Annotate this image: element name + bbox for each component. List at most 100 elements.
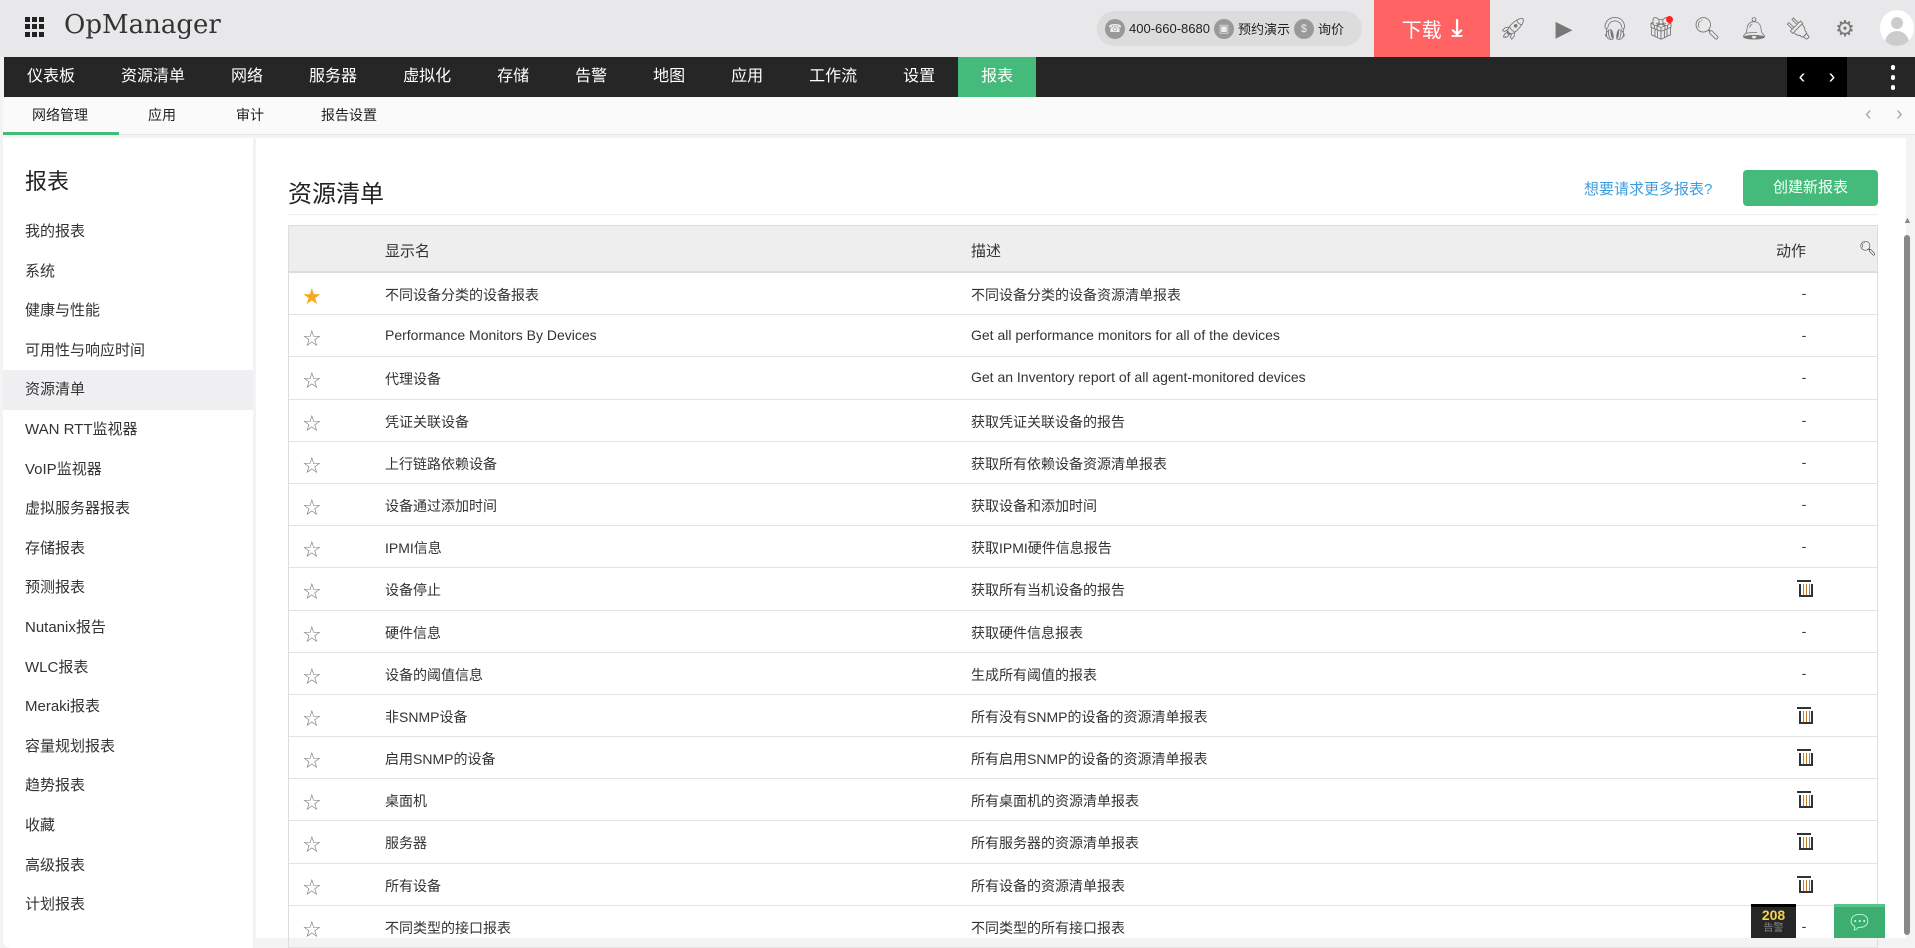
star-outline-icon[interactable]: ☆ — [302, 495, 322, 520]
star-outline-icon[interactable]: ☆ — [302, 917, 322, 942]
report-name[interactable]: 代理设备 — [385, 369, 441, 389]
nav-item-dashboard[interactable]: 仪表板 — [4, 57, 98, 97]
star-outline-icon[interactable]: ☆ — [302, 411, 322, 436]
report-name[interactable]: Performance Monitors By Devices — [385, 327, 597, 343]
search-icon[interactable]: 🔍︎ — [1692, 14, 1722, 44]
trash-icon[interactable] — [1797, 749, 1813, 767]
table-row[interactable]: ☆ 设备通过添加时间 获取设备和添加时间 - — [289, 484, 1877, 527]
report-name[interactable]: 不同类型的接口报表 — [385, 918, 511, 938]
nav-item-settings[interactable]: 设置 — [880, 57, 958, 97]
nav-item-alarms[interactable]: 告警 — [552, 57, 630, 97]
star-outline-icon[interactable]: ☆ — [302, 749, 322, 773]
star-outline-icon[interactable]: ☆ — [302, 833, 322, 857]
download-button[interactable]: 下载 ⤓ — [1374, 0, 1490, 57]
table-row[interactable]: ☆ Performance Monitors By Devices Get all … — [289, 315, 1877, 358]
column-header-name[interactable]: 显示名 — [385, 240, 430, 261]
nav-item-inventory[interactable]: 资源清单 — [98, 57, 208, 97]
sidebar-item[interactable]: WAN RTT监视器 — [3, 410, 253, 450]
sidebar-item[interactable]: 可用性与响应时间 — [3, 331, 253, 371]
tab-applications[interactable]: 应用 — [148, 97, 176, 133]
alarm-count-badge[interactable]: 208 告警 — [1751, 904, 1796, 938]
trash-icon[interactable] — [1797, 875, 1813, 893]
app-grid-icon[interactable] — [25, 17, 45, 37]
request-more-reports-link[interactable]: 想要请求更多报表? — [1584, 178, 1712, 199]
star-outline-icon[interactable]: ☆ — [302, 369, 322, 393]
nav-item-workflow[interactable]: 工作流 — [786, 57, 880, 97]
table-row[interactable]: ☆ 上行链路依赖设备 获取所有依赖设备资源清单报表 - — [289, 442, 1877, 484]
nav-item-virtualization[interactable]: 虚拟化 — [380, 57, 474, 97]
star-outline-icon[interactable]: ☆ — [302, 791, 322, 815]
nav-item-network[interactable]: 网络 — [208, 57, 286, 97]
sidebar-item[interactable]: 系统 — [3, 252, 253, 292]
report-name[interactable]: 服务器 — [385, 833, 427, 853]
table-row[interactable]: ☆ IPMI信息 获取IPMI硬件信息报告 - — [289, 526, 1877, 569]
create-report-button[interactable]: 创建新报表 — [1743, 170, 1878, 206]
sidebar-item[interactable]: 存储报表 — [3, 529, 253, 569]
chevron-right-icon[interactable]: › — [1896, 103, 1903, 126]
sidebar-item[interactable]: WLC报表 — [3, 648, 253, 688]
headset-icon[interactable]: 🎧︎ — [1600, 14, 1630, 44]
bell-icon[interactable]: 🔔︎ — [1739, 14, 1769, 44]
sidebar-item[interactable]: 趋势报表 — [3, 766, 253, 806]
star-outline-icon[interactable]: ☆ — [302, 327, 322, 351]
star-outline-icon[interactable]: ☆ — [302, 538, 322, 562]
phone-number[interactable]: 400-660-8680 — [1129, 21, 1210, 36]
trash-icon[interactable] — [1797, 580, 1813, 598]
table-row[interactable]: ☆ 桌面机 所有桌面机的资源清单报表 — [289, 779, 1877, 822]
sidebar-item[interactable]: 收藏 — [3, 806, 253, 846]
nav-item-servers[interactable]: 服务器 — [286, 57, 380, 97]
sidebar-item[interactable]: Nutanix报告 — [3, 608, 253, 648]
price-link[interactable]: 询价 — [1318, 19, 1344, 38]
sidebar-item[interactable]: 健康与性能 — [3, 291, 253, 331]
star-outline-icon[interactable]: ☆ — [302, 453, 322, 478]
rocket-icon[interactable]: 🚀︎ — [1498, 14, 1528, 44]
sidebar-item[interactable]: Meraki报表 — [3, 687, 253, 727]
report-name[interactable]: IPMI信息 — [385, 538, 442, 558]
page-scrollbar[interactable]: ▲ — [1903, 215, 1912, 938]
report-name[interactable]: 设备的阈值信息 — [385, 665, 483, 685]
trash-icon[interactable] — [1797, 706, 1813, 724]
sidebar-item[interactable]: VoIP监视器 — [3, 450, 253, 490]
chevron-right-icon[interactable]: › — [1829, 66, 1836, 89]
chevron-left-icon[interactable]: ‹ — [1799, 66, 1806, 89]
sidebar-item[interactable]: 高级报表 — [3, 846, 253, 886]
tab-network-management[interactable]: 网络管理 — [32, 97, 88, 133]
table-row[interactable]: ☆ 非SNMP设备 所有没有SNMP的设备的资源清单报表 — [289, 695, 1877, 738]
gear-icon[interactable]: ⚙ — [1830, 14, 1860, 44]
star-outline-icon[interactable]: ☆ — [302, 580, 322, 604]
table-row[interactable]: ★ 不同设备分类的设备报表 不同设备分类的设备资源清单报表 - — [289, 273, 1877, 316]
star-outline-icon[interactable]: ☆ — [302, 875, 322, 900]
sidebar-item[interactable]: 我的报表 — [3, 212, 253, 252]
star-outline-icon[interactable]: ☆ — [302, 706, 322, 731]
report-name[interactable]: 设备停止 — [385, 580, 441, 600]
nav-item-apps[interactable]: 应用 — [708, 57, 786, 97]
demo-link[interactable]: 预约演示 — [1238, 19, 1290, 38]
star-outline-icon[interactable]: ☆ — [302, 622, 322, 647]
app-logo[interactable]: OpManager — [64, 10, 221, 40]
avatar[interactable] — [1880, 10, 1914, 46]
table-row[interactable]: ☆ 设备停止 获取所有当机设备的报告 — [289, 568, 1877, 611]
table-row[interactable]: ☆ 不同类型的接口报表 不同类型的所有接口报表 - — [289, 906, 1877, 948]
report-name[interactable]: 非SNMP设备 — [385, 707, 467, 727]
report-name[interactable]: 凭证关联设备 — [385, 412, 469, 432]
plug-icon[interactable]: 🔌︎ — [1783, 14, 1813, 44]
table-row[interactable]: ☆ 硬件信息 获取硬件信息报表 - — [289, 611, 1877, 653]
sidebar-item[interactable]: 计划报表 — [3, 885, 253, 925]
table-row[interactable]: ☆ 设备的阈值信息 生成所有阈值的报表 - — [289, 653, 1877, 695]
tab-audit[interactable]: 审计 — [236, 97, 264, 133]
sidebar-item[interactable]: 资源清单 — [3, 370, 253, 411]
tab-report-settings[interactable]: 报告设置 — [321, 97, 377, 133]
chat-button[interactable]: 💬︎ — [1834, 904, 1885, 938]
more-vertical-icon[interactable] — [1888, 62, 1898, 92]
report-name[interactable]: 桌面机 — [385, 791, 427, 811]
star-outline-icon[interactable]: ☆ — [302, 664, 322, 689]
presentation-icon[interactable]: ▶ — [1549, 14, 1579, 44]
report-name[interactable]: 设备通过添加时间 — [385, 496, 497, 516]
report-name[interactable]: 所有设备 — [385, 876, 441, 896]
gift-icon[interactable]: 🎁︎ — [1646, 14, 1676, 44]
table-row[interactable]: ☆ 服务器 所有服务器的资源清单报表 — [289, 821, 1877, 864]
sidebar-item[interactable]: 容量规划报表 — [3, 727, 253, 767]
star-filled-icon[interactable]: ★ — [302, 285, 322, 309]
table-row[interactable]: ☆ 代理设备 Get an Inventory report of all agen… — [289, 357, 1877, 400]
scrollbar-thumb[interactable] — [1904, 235, 1910, 935]
